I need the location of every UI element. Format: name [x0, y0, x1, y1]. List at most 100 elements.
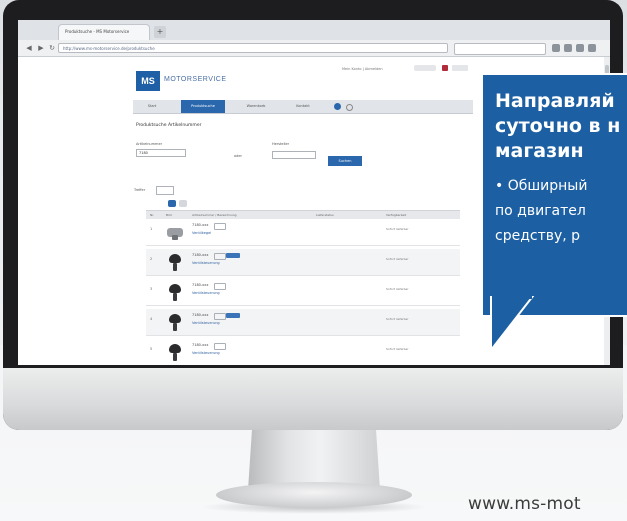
product-thumbnail-part — [173, 353, 177, 361]
menu-icon[interactable] — [588, 44, 596, 52]
monitor-stand-foot — [216, 482, 412, 508]
article-number[interactable]: 7180-xxx — [192, 223, 208, 227]
menu-item-cart[interactable]: Warenkorb — [237, 100, 275, 113]
address-bar[interactable]: http://www.ms-motorservice.de/produktsuc… — [58, 43, 448, 53]
article-number[interactable]: 7180-xxx — [192, 343, 208, 347]
availability-badge — [226, 313, 240, 318]
browser-toolbar: ◀ ▶ ↻ http://www.ms-motorservice.de/prod… — [18, 40, 610, 57]
callout-bullet-line: средству, р — [495, 228, 581, 244]
col-header-availability[interactable]: Verfügbarkeit — [386, 211, 406, 219]
info-icon[interactable] — [334, 103, 341, 110]
col-header-article[interactable]: Artikelnummer / Bezeichnung — [192, 211, 237, 219]
menu-item-start[interactable]: Start — [137, 100, 167, 113]
product-thumbnail[interactable] — [166, 254, 184, 272]
product-thumbnail[interactable] — [166, 224, 184, 242]
site-logo-text: MOTORSERVICE — [164, 76, 227, 83]
product-thumbnail-part — [173, 263, 177, 271]
table-row[interactable]: 4 7180-xxx Ventilsteuerung Sofort lieferbar — [146, 309, 460, 336]
row-number: 1 — [150, 227, 153, 231]
language-selector[interactable] — [452, 65, 468, 71]
browser-tab[interactable]: Produktsuche - MS Motorservice — [58, 24, 150, 40]
site-logo[interactable]: MS — [136, 71, 160, 91]
compare-tag[interactable] — [214, 343, 226, 350]
compare-tag[interactable] — [214, 283, 226, 290]
callout-bullet-line: • Обширный — [495, 178, 588, 194]
product-description-link[interactable]: Ventilsteuerung — [192, 321, 220, 325]
product-description-link[interactable]: Ventilsteuerung — [192, 261, 220, 265]
search-button[interactable]: Suchen — [328, 156, 362, 166]
page-title: Produktsuche Artikelnummer — [136, 123, 202, 128]
download-icon[interactable] — [564, 44, 572, 52]
manufacturer-select[interactable] — [272, 151, 316, 159]
col-header-nr[interactable]: Nr. — [150, 211, 154, 219]
browser-search-input[interactable] — [454, 43, 546, 55]
callout-heading-line: магазин — [495, 140, 584, 162]
monitor-stand-neck — [248, 430, 380, 490]
availability-badge — [226, 253, 240, 258]
user-menu[interactable] — [414, 65, 436, 71]
callout-heading: Направляй суточно в н магазин — [495, 89, 627, 164]
product-description-link[interactable]: Ventilkegel — [192, 231, 211, 235]
browser-tab-bar: Produktsuche - MS Motorservice + — [18, 20, 610, 40]
table-row[interactable]: 3 7180-xxx Ventilsteuerung Sofort lieferbar — [146, 279, 460, 306]
pager-current[interactable] — [168, 200, 176, 207]
product-thumbnail-part — [169, 284, 181, 293]
back-icon[interactable]: ◀ — [24, 43, 34, 53]
product-thumbnail[interactable] — [166, 314, 184, 332]
top-links[interactable]: Mein Konto | Abmelden — [342, 67, 383, 71]
table-row[interactable]: 5 7180-xxx Ventilsteuerung Sofort lieferbar — [146, 339, 460, 365]
pager-next[interactable] — [179, 200, 187, 207]
menu-item-contact[interactable]: Kontakt — [285, 100, 321, 113]
home-icon[interactable] — [576, 44, 584, 52]
product-thumbnail-part — [173, 293, 177, 301]
row-number: 5 — [150, 347, 153, 351]
filter-label: Treffer — [134, 188, 146, 192]
callout-heading-line: Направляй — [495, 90, 615, 112]
bookmark-icon[interactable] — [552, 44, 560, 52]
product-description-link[interactable]: Ventilsteuerung — [192, 351, 220, 355]
field1-label: Artikelnummer — [136, 142, 163, 146]
product-description-link[interactable]: Ventilsteuerung — [192, 291, 220, 295]
field2-label: Hersteller — [272, 142, 290, 146]
col-header-delivery[interactable]: Lieferstatus — [316, 211, 334, 219]
reload-icon[interactable]: ↻ — [47, 43, 57, 53]
new-tab-button[interactable]: + — [154, 26, 166, 38]
table-row[interactable]: 2 7180-xxx Ventilsteuerung Sofort lieferbar — [146, 249, 460, 276]
row-number: 4 — [150, 317, 153, 321]
col-header-image: Bild — [166, 213, 172, 217]
article-number[interactable]: 7180-xxx — [192, 283, 208, 287]
product-thumbnail[interactable] — [166, 344, 184, 362]
compare-tag[interactable] — [214, 253, 226, 260]
callout-bullet: • Обширный по двигател средству, р — [495, 174, 627, 249]
product-thumbnail-part — [169, 344, 181, 353]
compare-tag[interactable] — [214, 223, 226, 230]
search-icon[interactable] — [346, 104, 353, 111]
callout-bullet-line: по двигател — [495, 203, 586, 219]
availability-text: Sofort lieferbar — [386, 317, 409, 321]
callout-heading-line: суточно в н — [495, 115, 621, 137]
table-row[interactable]: 1 7180-xxx Ventilkegel Sofort lieferbar — [146, 219, 460, 246]
product-thumbnail-part — [173, 323, 177, 331]
article-number-input[interactable]: 7180 — [136, 149, 186, 157]
menu-item-product-search[interactable]: Produktsuche — [181, 100, 225, 113]
availability-text: Sofort lieferbar — [386, 287, 409, 291]
product-thumbnail-part — [169, 314, 181, 323]
row-number: 2 — [150, 257, 153, 261]
product-thumbnail-part — [169, 254, 181, 263]
compare-tag[interactable] — [214, 313, 226, 320]
article-number[interactable]: 7180-xxx — [192, 253, 208, 257]
results-per-page-select[interactable] — [156, 186, 174, 195]
row-number: 3 — [150, 287, 153, 291]
callout-tail — [490, 296, 535, 352]
product-thumbnail[interactable] — [166, 284, 184, 302]
availability-text: Sofort lieferbar — [386, 227, 409, 231]
main-menu: Start Produktsuche Warenkorb Kontakt — [133, 100, 473, 114]
article-number[interactable]: 7180-xxx — [192, 313, 208, 317]
or-label: oder — [234, 154, 242, 158]
promo-callout: Направляй суточно в н магазин • Обширный… — [481, 73, 627, 317]
forward-icon[interactable]: ▶ — [36, 43, 46, 53]
cart-icon[interactable] — [442, 65, 448, 71]
website-url[interactable]: www.ms-mot — [468, 494, 581, 514]
product-thumbnail-part — [172, 235, 178, 240]
availability-text: Sofort lieferbar — [386, 257, 409, 261]
